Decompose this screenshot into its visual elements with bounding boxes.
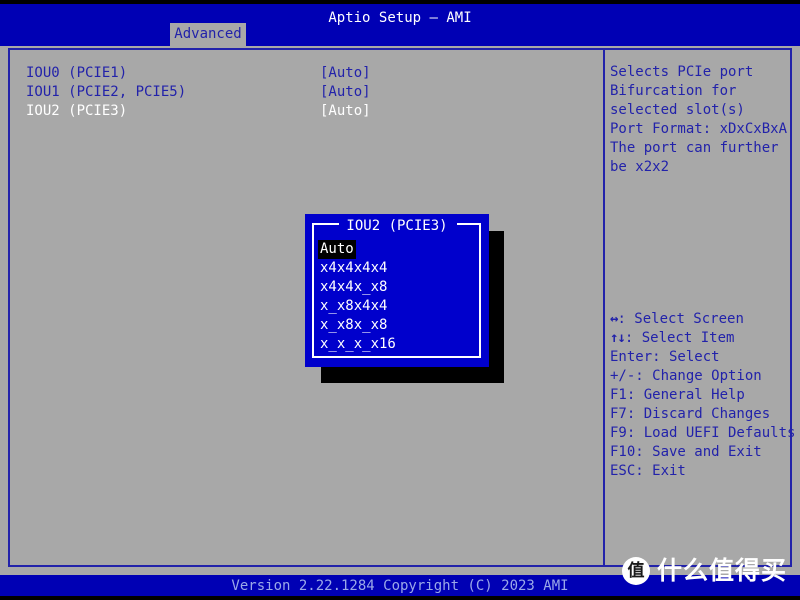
help-panel: Selects PCIe port Bifurcation for select… [610, 63, 790, 177]
help-line: The port can further [610, 140, 779, 156]
popup-option-label: x_x8x_x8 [320, 317, 388, 333]
popup-option-list: Auto x4x4x4x4 x4x4x_x8 x_x8x4x4 x_x8x_x8… [318, 240, 478, 354]
key-legend-general-help: F1: General Help [610, 387, 745, 403]
setting-label: IOU1 (PCIE2, PCIE5) [26, 84, 187, 100]
header-bar: Aptio Setup – AMI [0, 4, 800, 46]
setting-value[interactable]: [Auto] [320, 102, 371, 121]
setting-label: IOU2 (PCIE3) [26, 103, 128, 119]
key-legend-text: : Select Item [624, 330, 735, 346]
popup-option-label: x_x8x4x4 [320, 298, 388, 314]
help-line: be x2x2 [610, 159, 670, 175]
popup-option-x-x8x4x4[interactable]: x_x8x4x4 [318, 297, 478, 316]
popup-option-label: x4x4x_x8 [320, 279, 388, 295]
setting-row-iou0[interactable]: IOU0 (PCIE1) [Auto] [26, 64, 586, 83]
key-legend-load-defaults: F9: Load UEFI Defaults [610, 425, 796, 441]
key-legend-exit: ESC: Exit [610, 463, 686, 479]
page-title: Aptio Setup – AMI [328, 10, 472, 26]
bios-setup-screen: Aptio Setup – AMI Advanced IOU0 (PCIE1) … [0, 0, 800, 600]
popup-option-x4x4x-x8[interactable]: x4x4x_x8 [318, 278, 478, 297]
popup-option-x4x4x4x4[interactable]: x4x4x4x4 [318, 259, 478, 278]
setting-label: IOU0 (PCIE1) [26, 65, 128, 81]
key-legend: ↔: Select Screen ↑↓: Select Item Enter: … [610, 310, 796, 481]
key-legend-text: : Select Screen [617, 311, 744, 327]
setting-value[interactable]: [Auto] [320, 83, 371, 102]
panel-divider [603, 48, 605, 567]
popup-option-x-x-x-x16[interactable]: x_x_x_x16 [318, 335, 478, 354]
tab-advanced[interactable]: Advanced [170, 23, 246, 46]
key-legend-change-option: +/-: Change Option [610, 368, 762, 384]
key-legend-discard-changes: F7: Discard Changes [610, 406, 771, 422]
popup-option-x-x8x-x8[interactable]: x_x8x_x8 [318, 316, 478, 335]
popup-option-auto[interactable]: Auto [318, 240, 478, 259]
popup-option-label: Auto [318, 240, 356, 259]
help-line: Port Format: xDxCxBxA [610, 121, 788, 137]
popup-option-label: x_x_x_x16 [320, 336, 396, 352]
setting-row-iou2[interactable]: IOU2 (PCIE3) [Auto] [26, 102, 586, 121]
watermark-badge-icon: 值 [622, 557, 650, 585]
help-line: Selects PCIe port [610, 64, 754, 80]
bottom-black-bar [0, 596, 800, 600]
popup-option-label: x4x4x4x4 [320, 260, 388, 276]
key-legend-select-screen: ↔: Select Screen [610, 310, 792, 329]
watermark: 值 什么值得买 [622, 552, 787, 590]
setting-row-iou1[interactable]: IOU1 (PCIE2, PCIE5) [Auto] [26, 83, 586, 102]
help-line: Bifurcation for [610, 83, 737, 99]
settings-list: IOU0 (PCIE1) [Auto] IOU1 (PCIE2, PCIE5) … [26, 64, 586, 121]
up-down-arrow-icon: ↑↓ [610, 330, 626, 346]
bifurcation-option-dialog: IOU2 (PCIE3) Auto x4x4x4x4 x4x4x_x8 x_x8… [305, 214, 489, 367]
popup-title: IOU2 (PCIE3) [346, 218, 448, 234]
key-legend-select-item: ↑↓: Select Item [610, 329, 792, 348]
key-legend-save-and-exit: F10: Save and Exit [610, 444, 762, 460]
setting-value[interactable]: [Auto] [320, 64, 371, 83]
watermark-text: 什么值得买 [657, 556, 788, 585]
help-line: selected slot(s) [610, 102, 745, 118]
key-legend-enter: Enter: Select [610, 349, 720, 365]
